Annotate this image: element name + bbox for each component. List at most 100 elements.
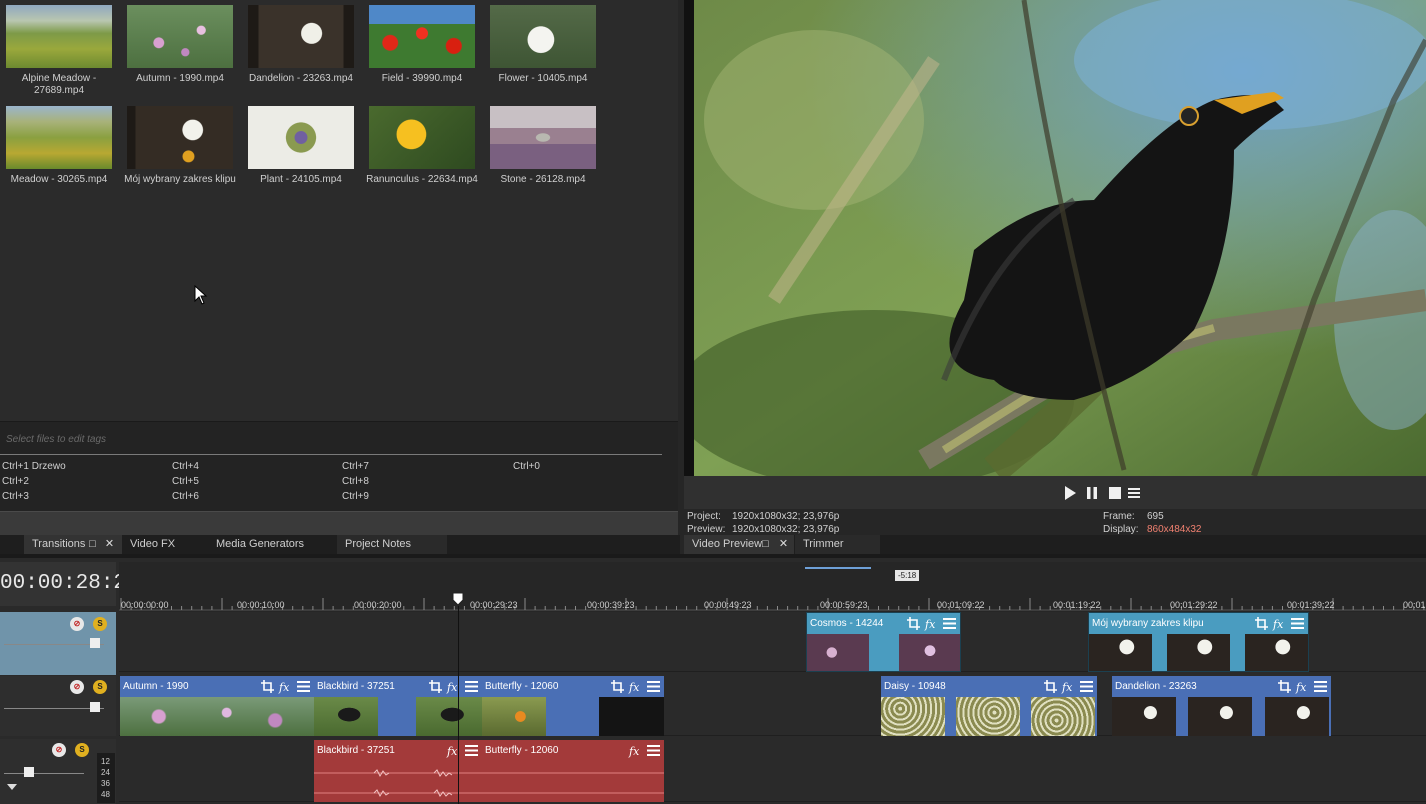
clip-thumbnails	[807, 634, 960, 671]
fx-icon[interactable]: fx	[1295, 679, 1310, 694]
crop-icon[interactable]	[906, 616, 921, 631]
fx-icon[interactable]: fx	[628, 743, 643, 758]
tag-shortcut[interactable]: Ctrl+5	[172, 476, 199, 487]
audio-track-lane[interactable]: Blackbird - 37251 fx Butterfly - 12060 f…	[119, 736, 1426, 802]
close-icon[interactable]: ✕	[778, 539, 789, 550]
stop-icon[interactable]	[1107, 485, 1123, 501]
timeline-clip[interactable]: Mój wybrany zakres klipu fx	[1088, 612, 1309, 672]
track-volume-slider[interactable]	[4, 773, 84, 774]
frame-thumbnail	[1112, 697, 1176, 736]
playhead-cursor-line[interactable]	[458, 606, 459, 804]
video-track-1-header[interactable]: ⊘ S	[0, 612, 116, 675]
mute-icon[interactable]: ⊘	[70, 680, 84, 694]
media-item[interactable]: Flower - 10405.mp4	[484, 5, 602, 85]
tab-project-notes[interactable]: Project Notes	[337, 535, 447, 554]
timeline-clip[interactable]: Butterfly - 12060 fx	[482, 676, 664, 736]
crop-icon[interactable]	[428, 679, 443, 694]
media-item[interactable]: Ranunculus - 22634.mp4	[363, 106, 481, 186]
svg-text:fx: fx	[1272, 618, 1284, 631]
tag-shortcut[interactable]: Ctrl+3	[2, 491, 29, 502]
timecode-display[interactable]: 00:00:28:23	[0, 562, 139, 606]
menu-icon[interactable]	[464, 679, 479, 694]
fx-icon[interactable]: fx	[924, 616, 939, 631]
timeline-clip[interactable]: Daisy - 10948 fx	[881, 676, 1097, 736]
track-level-knob[interactable]	[90, 702, 100, 712]
menu-icon[interactable]	[1126, 485, 1142, 501]
play-icon[interactable]	[1062, 485, 1078, 501]
menu-icon[interactable]	[646, 743, 661, 758]
media-item[interactable]: Stone - 26128.mp4	[484, 106, 602, 186]
media-item[interactable]: Plant - 24105.mp4	[242, 106, 360, 186]
video-track-2-header[interactable]: ⊘ S	[0, 676, 116, 736]
timeline-clip[interactable]: Cosmos - 14244 fx	[806, 612, 961, 672]
media-item[interactable]: Dandelion - 23263.mp4	[242, 5, 360, 85]
tab-video-fx[interactable]: Video FX	[122, 535, 208, 554]
solo-icon[interactable]: S	[93, 680, 107, 694]
svg-text:fx: fx	[446, 681, 458, 694]
audio-track-header[interactable]: ⊘ S 12 24 36 48	[0, 739, 116, 804]
clip-controls: fx	[1251, 616, 1305, 631]
mute-icon[interactable]: ⊘	[70, 617, 84, 631]
close-icon[interactable]: ✕	[104, 539, 115, 550]
tags-divider	[0, 454, 662, 455]
menu-icon[interactable]	[1079, 679, 1094, 694]
tag-shortcut[interactable]: Ctrl+9	[342, 491, 369, 502]
menu-icon[interactable]	[646, 679, 661, 694]
mute-icon[interactable]: ⊘	[52, 743, 66, 757]
audio-clip[interactable]: Butterfly - 12060 fx	[482, 740, 664, 802]
svg-text:fx: fx	[628, 681, 640, 694]
tab-trimmer[interactable]: Trimmer	[795, 535, 880, 554]
timeline-ruler[interactable]: -5:18 00:00:00:00 00:00:10:00 00:00:20:0…	[119, 562, 1426, 612]
tag-shortcut[interactable]: Ctrl+6	[172, 491, 199, 502]
crop-icon[interactable]	[610, 679, 625, 694]
menu-icon[interactable]	[1290, 616, 1305, 631]
menu-icon[interactable]	[942, 616, 957, 631]
solo-icon[interactable]: S	[75, 743, 89, 757]
tags-input-bar[interactable]	[0, 511, 678, 535]
fx-icon[interactable]: fx	[1272, 616, 1287, 631]
expand-down-icon[interactable]	[6, 783, 18, 791]
fx-icon[interactable]: fx	[628, 679, 643, 694]
media-item[interactable]: Autumn - 1990.mp4	[121, 5, 239, 85]
timeline-clip[interactable]: Dandelion - 23263 fx	[1112, 676, 1331, 736]
media-item[interactable]: Field - 39990.mp4	[363, 5, 481, 85]
tab-media-generators[interactable]: Media Generators	[208, 535, 338, 554]
maximize-icon[interactable]: □	[87, 539, 98, 550]
clip-thumbnails	[482, 697, 664, 736]
menu-icon[interactable]	[464, 743, 479, 758]
media-item[interactable]: Meadow - 30265.mp4	[0, 106, 118, 186]
playhead-marker-icon[interactable]	[452, 592, 464, 606]
media-item[interactable]: Alpine Meadow - 27689.mp4	[0, 5, 118, 97]
tag-shortcut[interactable]: Ctrl+1 Drzewo	[2, 461, 66, 472]
track-level-slider[interactable]	[4, 708, 104, 709]
solo-icon[interactable]: S	[93, 617, 107, 631]
clip-thumbnails	[1112, 697, 1331, 736]
fx-icon[interactable]: fx	[278, 679, 293, 694]
pause-icon[interactable]	[1084, 485, 1100, 501]
audio-clip[interactable]: Blackbird - 37251 fx	[314, 740, 482, 802]
video-track-2-lane[interactable]: Autumn - 1990 fx Blackbird - 37251 fx Bu…	[119, 672, 1426, 736]
tag-shortcut[interactable]: Ctrl+4	[172, 461, 199, 472]
media-item[interactable]: Mój wybrany zakres klipu	[121, 106, 239, 186]
crop-icon[interactable]	[260, 679, 275, 694]
crop-icon[interactable]	[1043, 679, 1058, 694]
menu-icon[interactable]	[296, 679, 311, 694]
maximize-icon[interactable]: □	[760, 539, 771, 550]
timeline-clip[interactable]: Blackbird - 37251 fx	[314, 676, 482, 736]
crop-icon[interactable]	[1277, 679, 1292, 694]
timeline-clip[interactable]: Autumn - 1990 fx	[120, 676, 314, 736]
tag-shortcut[interactable]: Ctrl+8	[342, 476, 369, 487]
crop-icon[interactable]	[1254, 616, 1269, 631]
frame-thumbnail	[314, 697, 378, 736]
tag-shortcut[interactable]: Ctrl+0	[513, 461, 540, 472]
track-level-slider[interactable]	[4, 644, 104, 645]
track-level-knob[interactable]	[90, 638, 100, 648]
dandelion-thumbnail	[248, 5, 354, 68]
tag-shortcut[interactable]: Ctrl+7	[342, 461, 369, 472]
tag-shortcut[interactable]: Ctrl+2	[2, 476, 29, 487]
video-track-1-lane[interactable]: Cosmos - 14244 fx Mój wybrany zakres kli…	[119, 608, 1426, 672]
track-volume-knob[interactable]	[24, 767, 34, 777]
loop-region-length[interactable]: -5:18	[895, 570, 920, 581]
fx-icon[interactable]: fx	[1061, 679, 1076, 694]
menu-icon[interactable]	[1313, 679, 1328, 694]
